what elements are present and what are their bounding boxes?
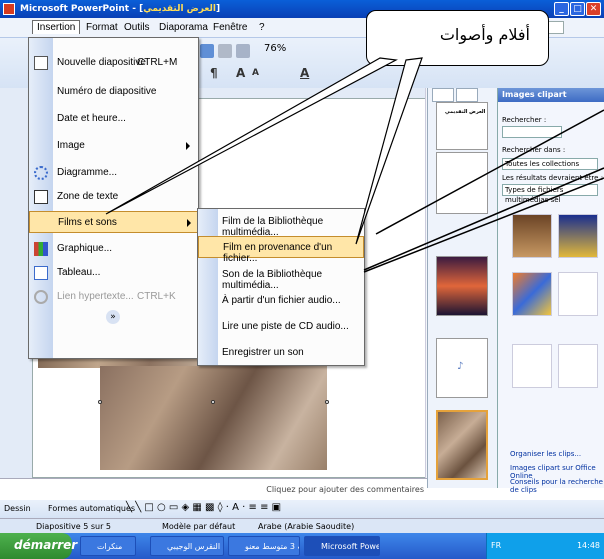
status-design: Modèle par défaut (162, 522, 236, 531)
insertion-menu: Nouvelle diapositive CTRL+M Numéro de dia… (28, 37, 199, 359)
menu-item-chart[interactable]: Graphique... (29, 238, 198, 260)
menu-help[interactable]: ? (259, 22, 265, 33)
thumb-title: العرض التقديمي (445, 109, 486, 115)
menu-insertion[interactable]: Insertion (32, 20, 81, 34)
clip-thumbnail[interactable] (512, 272, 552, 316)
submenu-film-from-file[interactable]: Film en provenance d'un fichier... (198, 236, 364, 264)
tab-outline[interactable] (432, 88, 454, 102)
collections-select[interactable]: Toutes les collections (502, 158, 598, 170)
submenu-sound-from-file[interactable]: À partir d'un fichier audio... (198, 290, 364, 312)
table-icon (34, 266, 48, 280)
clip-thumbnail[interactable] (558, 214, 598, 258)
slide-thumb-4[interactable]: ♪ (436, 338, 488, 398)
slide-thumb-5[interactable] (436, 410, 488, 480)
results-select[interactable]: Types de fichiers multimédias sél (502, 184, 598, 204)
insert-image-icon[interactable] (236, 44, 250, 58)
window-title: Microsoft PowerPoint - [العرض التقديمي] (20, 4, 221, 14)
shape-tools-icons[interactable]: ╲ ╲ □ ○ ▭ ◈ ▦ ▩ ◊ · A · ≡ ≡ ▣ (126, 502, 281, 513)
annotation-callout: أفلام وأصوات (366, 10, 549, 66)
menu-item-hyperlink: Lien hypertexte... CTRL+K (29, 286, 198, 308)
notes-placeholder: Cliquez pour ajouter des commentaires (266, 485, 424, 494)
clock: 14:48 (576, 541, 600, 550)
search-tips-link[interactable]: Conseils pour la recherche de clips (510, 478, 604, 494)
taskbar-item-powerpoint[interactable]: Microsoft PowerPoint ... (304, 536, 380, 556)
text-box-icon (34, 190, 48, 204)
desert-photo-selected[interactable] (100, 366, 327, 470)
callout-text: أفلام وأصوات (439, 25, 530, 44)
menu-item-new-slide[interactable]: Nouvelle diapositive CTRL+M (29, 52, 198, 74)
submenu-arrow-icon (187, 219, 191, 227)
menu-item-films-sons[interactable]: Films et sons (29, 211, 198, 233)
language-indicator[interactable]: FR (491, 541, 501, 550)
clip-thumbnail[interactable] (512, 344, 552, 388)
taskpane-title: Images clipart (498, 88, 604, 102)
clip-thumbnail[interactable] (558, 272, 598, 316)
films-sons-submenu: Film de la Bibliothèque multimédia... Fi… (197, 208, 365, 366)
taskbar-item[interactable]: النقرس الوجيبي - Micro... (150, 536, 224, 556)
resize-handle[interactable] (325, 400, 329, 404)
search-label: Rechercher : (502, 116, 547, 124)
clip-thumbnail[interactable] (558, 344, 598, 388)
sound-icon: ♪ (457, 361, 464, 372)
taskbar-item[interactable]: منكرات (80, 536, 136, 556)
windows-taskbar: démarrer منكرات النقرس الوجيبي - Micro..… (0, 533, 604, 559)
menu-item-table[interactable]: Tableau... (29, 262, 198, 284)
font-grow-icon[interactable]: A (236, 66, 245, 80)
submenu-record-sound[interactable]: Enregistrer un son (198, 342, 364, 364)
menu-item-image[interactable]: Image (29, 135, 198, 157)
search-input[interactable] (502, 126, 562, 138)
close-button[interactable]: ✕ (586, 2, 601, 16)
font-shrink-icon[interactable]: A (252, 68, 259, 78)
organize-clips-link[interactable]: Organiser les clips... (510, 450, 581, 458)
diagram-icon (34, 166, 48, 180)
minimize-button[interactable]: _ (554, 2, 569, 16)
taskbar-item[interactable]: منكرات 3 متوسط معنو... (228, 536, 300, 556)
expand-menu-icon[interactable]: » (106, 310, 120, 324)
powerpoint-icon (3, 3, 15, 15)
status-slide: Diapositive 5 sur 5 (36, 522, 111, 531)
status-language: Arabe (Arabie Saoudite) (258, 522, 355, 531)
search-in-label: Rechercher dans : (502, 146, 566, 154)
slide-thumb-1[interactable]: العرض التقديمي (436, 102, 488, 150)
clip-thumbnail[interactable] (512, 214, 552, 258)
chart-icon (34, 242, 48, 256)
notes-pane[interactable]: Cliquez pour ajouter des commentaires (0, 478, 430, 500)
results-label: Les résultats devraient être : (502, 174, 604, 182)
slide-thumb-2[interactable] (436, 152, 488, 214)
menu-item-slide-number[interactable]: Numéro de diapositive (29, 81, 198, 103)
tab-slides[interactable] (456, 88, 478, 102)
menu-item-text-box[interactable]: Zone de texte (29, 186, 198, 208)
new-slide-icon (34, 56, 48, 70)
clipart-taskpane: Images clipart Rechercher : Rechercher d… (497, 88, 604, 494)
hyperlink-icon (34, 290, 48, 304)
menu-diaporama[interactable]: Diaporama (159, 22, 208, 33)
system-tray: FR 14:48 (486, 533, 604, 559)
menu-item-diagram[interactable]: Diagramme... (29, 162, 198, 184)
submenu-cd-track[interactable]: Lire une piste de CD audio... (198, 316, 364, 338)
font-color-icon[interactable]: A (300, 66, 309, 80)
menu-fenetre[interactable]: Fenêtre (213, 22, 247, 33)
submenu-sound-library[interactable]: Son de la Bibliothèque multimédia... (198, 264, 364, 291)
menu-format[interactable]: Format (86, 22, 118, 33)
insert-table-icon[interactable] (218, 44, 232, 58)
insert-chart-icon[interactable] (200, 44, 214, 58)
maximize-button[interactable]: □ (570, 2, 585, 16)
autoshapes-menu[interactable]: Formes automatiques (48, 504, 135, 513)
menu-outils[interactable]: Outils (124, 22, 150, 33)
drawing-toolbar: Dessin Formes automatiques ╲ ╲ □ ○ ▭ ◈ ▦… (0, 500, 604, 518)
rtl-icon[interactable]: ¶ (210, 66, 218, 80)
resize-handle[interactable] (211, 400, 215, 404)
submenu-arrow-icon (186, 142, 190, 150)
slide-thumb-3[interactable] (436, 256, 488, 316)
status-bar: Diapositive 5 sur 5 Modèle par défaut Ar… (0, 518, 604, 533)
zoom-level[interactable]: 76% (264, 43, 286, 54)
start-button[interactable]: démarrer (0, 533, 77, 559)
submenu-film-library[interactable]: Film de la Bibliothèque multimédia... (198, 211, 364, 238)
draw-menu[interactable]: Dessin (4, 504, 31, 513)
resize-handle[interactable] (98, 400, 102, 404)
menu-item-date-time[interactable]: Date et heure... (29, 108, 198, 130)
